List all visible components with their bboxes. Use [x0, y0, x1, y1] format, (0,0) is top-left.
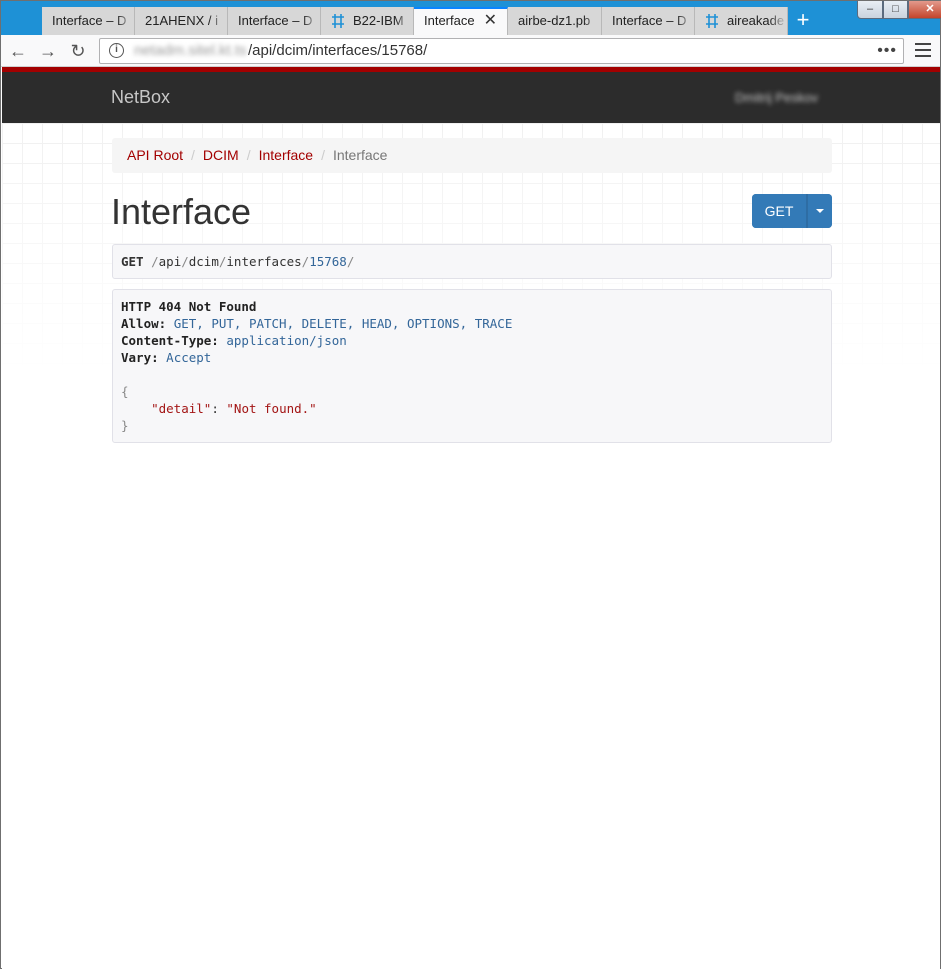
hamburger-menu-icon[interactable]	[915, 43, 931, 57]
close-window-button[interactable]: ✕	[908, 1, 941, 19]
path-segment: dcim	[188, 254, 219, 269]
tab-8[interactable]: aireakade	[695, 7, 788, 35]
navigation-toolbar: ← → ↻ i netadm.sitel.kt.ts /api/dcim/int…	[1, 35, 940, 67]
site-info-icon[interactable]: i	[109, 43, 124, 58]
json-colon: :	[211, 401, 227, 416]
tab-label: Interface	[424, 13, 475, 28]
tab-4[interactable]: B22-IBM	[321, 7, 414, 35]
header-value: application/json	[226, 333, 347, 348]
tab-7[interactable]: Interface – D	[602, 7, 695, 35]
user-menu[interactable]: Dmitrij Peskov	[735, 72, 818, 123]
json-value: "Not found."	[226, 401, 317, 416]
json-close-brace: }	[121, 418, 129, 433]
response-status: HTTP 404 Not Found	[121, 299, 257, 314]
path-segment: 15768	[309, 254, 347, 269]
tab-label: 21AHENX / i	[145, 13, 218, 28]
request-info: GET /api/dcim/interfaces/15768/	[112, 244, 832, 279]
new-tab-button[interactable]: +	[789, 7, 817, 35]
caret-down-icon	[816, 209, 824, 213]
brand-link[interactable]: NetBox	[111, 72, 170, 123]
path-segment: api	[158, 254, 182, 269]
minimize-button[interactable]: –	[857, 1, 883, 19]
page-content: NetBox Dmitrij Peskov API Root / DCIM / Inte…	[2, 67, 940, 969]
get-button-group: GET	[752, 194, 832, 228]
back-arrow-icon[interactable]: ←	[7, 40, 29, 62]
page-actions-icon[interactable]: •••	[877, 39, 897, 63]
tab-5-active[interactable]: Interface ✕	[414, 7, 508, 35]
header-value: Accept	[166, 350, 212, 365]
tab-2[interactable]: 21AHENX / i	[135, 7, 228, 35]
page-title: Interface	[111, 191, 252, 232]
close-tab-icon[interactable]: ✕	[484, 9, 497, 33]
get-format-dropdown[interactable]	[808, 194, 832, 228]
get-button[interactable]: GET	[752, 194, 807, 228]
app-navbar: NetBox Dmitrij Peskov	[2, 72, 940, 123]
url-host: netadm.sitel.kt.ts	[134, 42, 247, 59]
json-open-brace: {	[121, 384, 129, 399]
reload-icon[interactable]: ↻	[67, 40, 89, 62]
network-icon	[332, 13, 344, 28]
tab-strip: Interface – D 21AHENX / i Interface – D …	[1, 1, 941, 35]
browser-window: Interface – D 21AHENX / i Interface – D …	[0, 0, 941, 969]
breadcrumb-current: Interface	[332, 147, 388, 163]
header-value: GET, PUT, PATCH, DELETE, HEAD, OPTIONS, …	[173, 316, 513, 331]
response-info: HTTP 404 Not Found Allow: GET, PUT, PATC…	[112, 289, 832, 443]
tab-1[interactable]: Interface – D	[42, 7, 135, 35]
breadcrumb: API Root / DCIM / Interface / Interface	[112, 138, 832, 173]
network-icon	[706, 13, 718, 28]
breadcrumb-api-root[interactable]: API Root	[127, 147, 183, 163]
maximize-button[interactable]: □	[883, 1, 908, 19]
path-segment: interfaces	[226, 254, 302, 269]
json-key: "detail"	[151, 401, 212, 416]
forward-arrow-icon[interactable]: →	[37, 40, 59, 62]
header-name: Vary:	[121, 350, 159, 365]
url-bar[interactable]: i netadm.sitel.kt.ts /api/dcim/interface…	[99, 38, 904, 64]
breadcrumb-interface[interactable]: Interface	[259, 147, 313, 163]
tab-label: airbe-dz1.pb	[518, 13, 591, 28]
tab-6[interactable]: airbe-dz1.pb	[508, 7, 602, 35]
tab-3[interactable]: Interface – D	[228, 7, 321, 35]
header-name: Allow:	[121, 316, 167, 331]
request-method: GET	[121, 254, 144, 269]
breadcrumb-dcim[interactable]: DCIM	[203, 147, 239, 163]
url-path: /api/dcim/interfaces/15768/	[248, 42, 428, 59]
window-controls: – □ ✕	[857, 1, 941, 19]
header-name: Content-Type:	[121, 333, 219, 348]
